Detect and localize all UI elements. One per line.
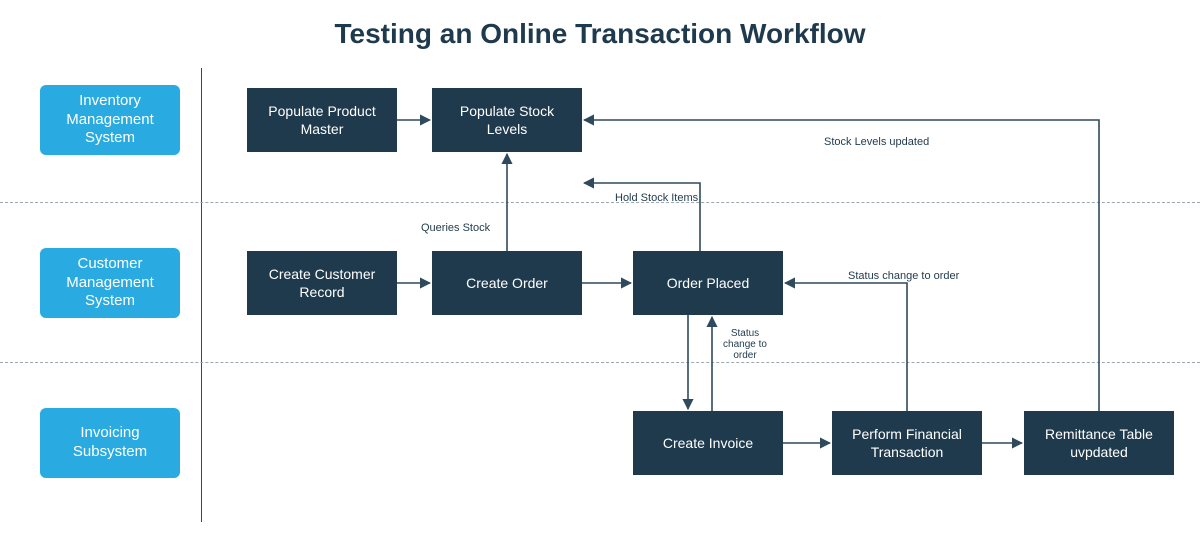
label-status-change-right: Status change to order: [848, 270, 959, 282]
node-populate-stock-levels: Populate Stock Levels: [432, 88, 582, 152]
label-queries-stock: Queries Stock: [421, 222, 490, 234]
node-create-invoice: Create Invoice: [633, 411, 783, 475]
node-create-order: Create Order: [432, 251, 582, 315]
node-remittance-table-updated: Remittance Table uvpdated: [1024, 411, 1174, 475]
node-perform-financial-transaction: Perform Financial Transaction: [832, 411, 982, 475]
label-stock-levels-updated: Stock Levels updated: [824, 136, 929, 148]
node-create-customer-record: Create Customer Record: [247, 251, 397, 315]
lane-divider-2: [0, 362, 1200, 363]
node-populate-product-master: Populate Product Master: [247, 88, 397, 152]
lane-divider-1: [0, 202, 1200, 203]
diagram-canvas: Testing an Online Transaction Workflow I…: [0, 0, 1200, 537]
vertical-separator: [201, 68, 202, 522]
label-hold-stock-items: Hold Stock Items: [615, 192, 698, 204]
lane-invoicing: Invoicing Subsystem: [40, 408, 180, 478]
lane-customer: Customer Management System: [40, 248, 180, 318]
page-title: Testing an Online Transaction Workflow: [0, 18, 1200, 50]
lane-inventory: Inventory Management System: [40, 85, 180, 155]
connectors: [0, 0, 1200, 537]
label-status-change-vert: Status change to order: [720, 328, 770, 361]
node-order-placed: Order Placed: [633, 251, 783, 315]
